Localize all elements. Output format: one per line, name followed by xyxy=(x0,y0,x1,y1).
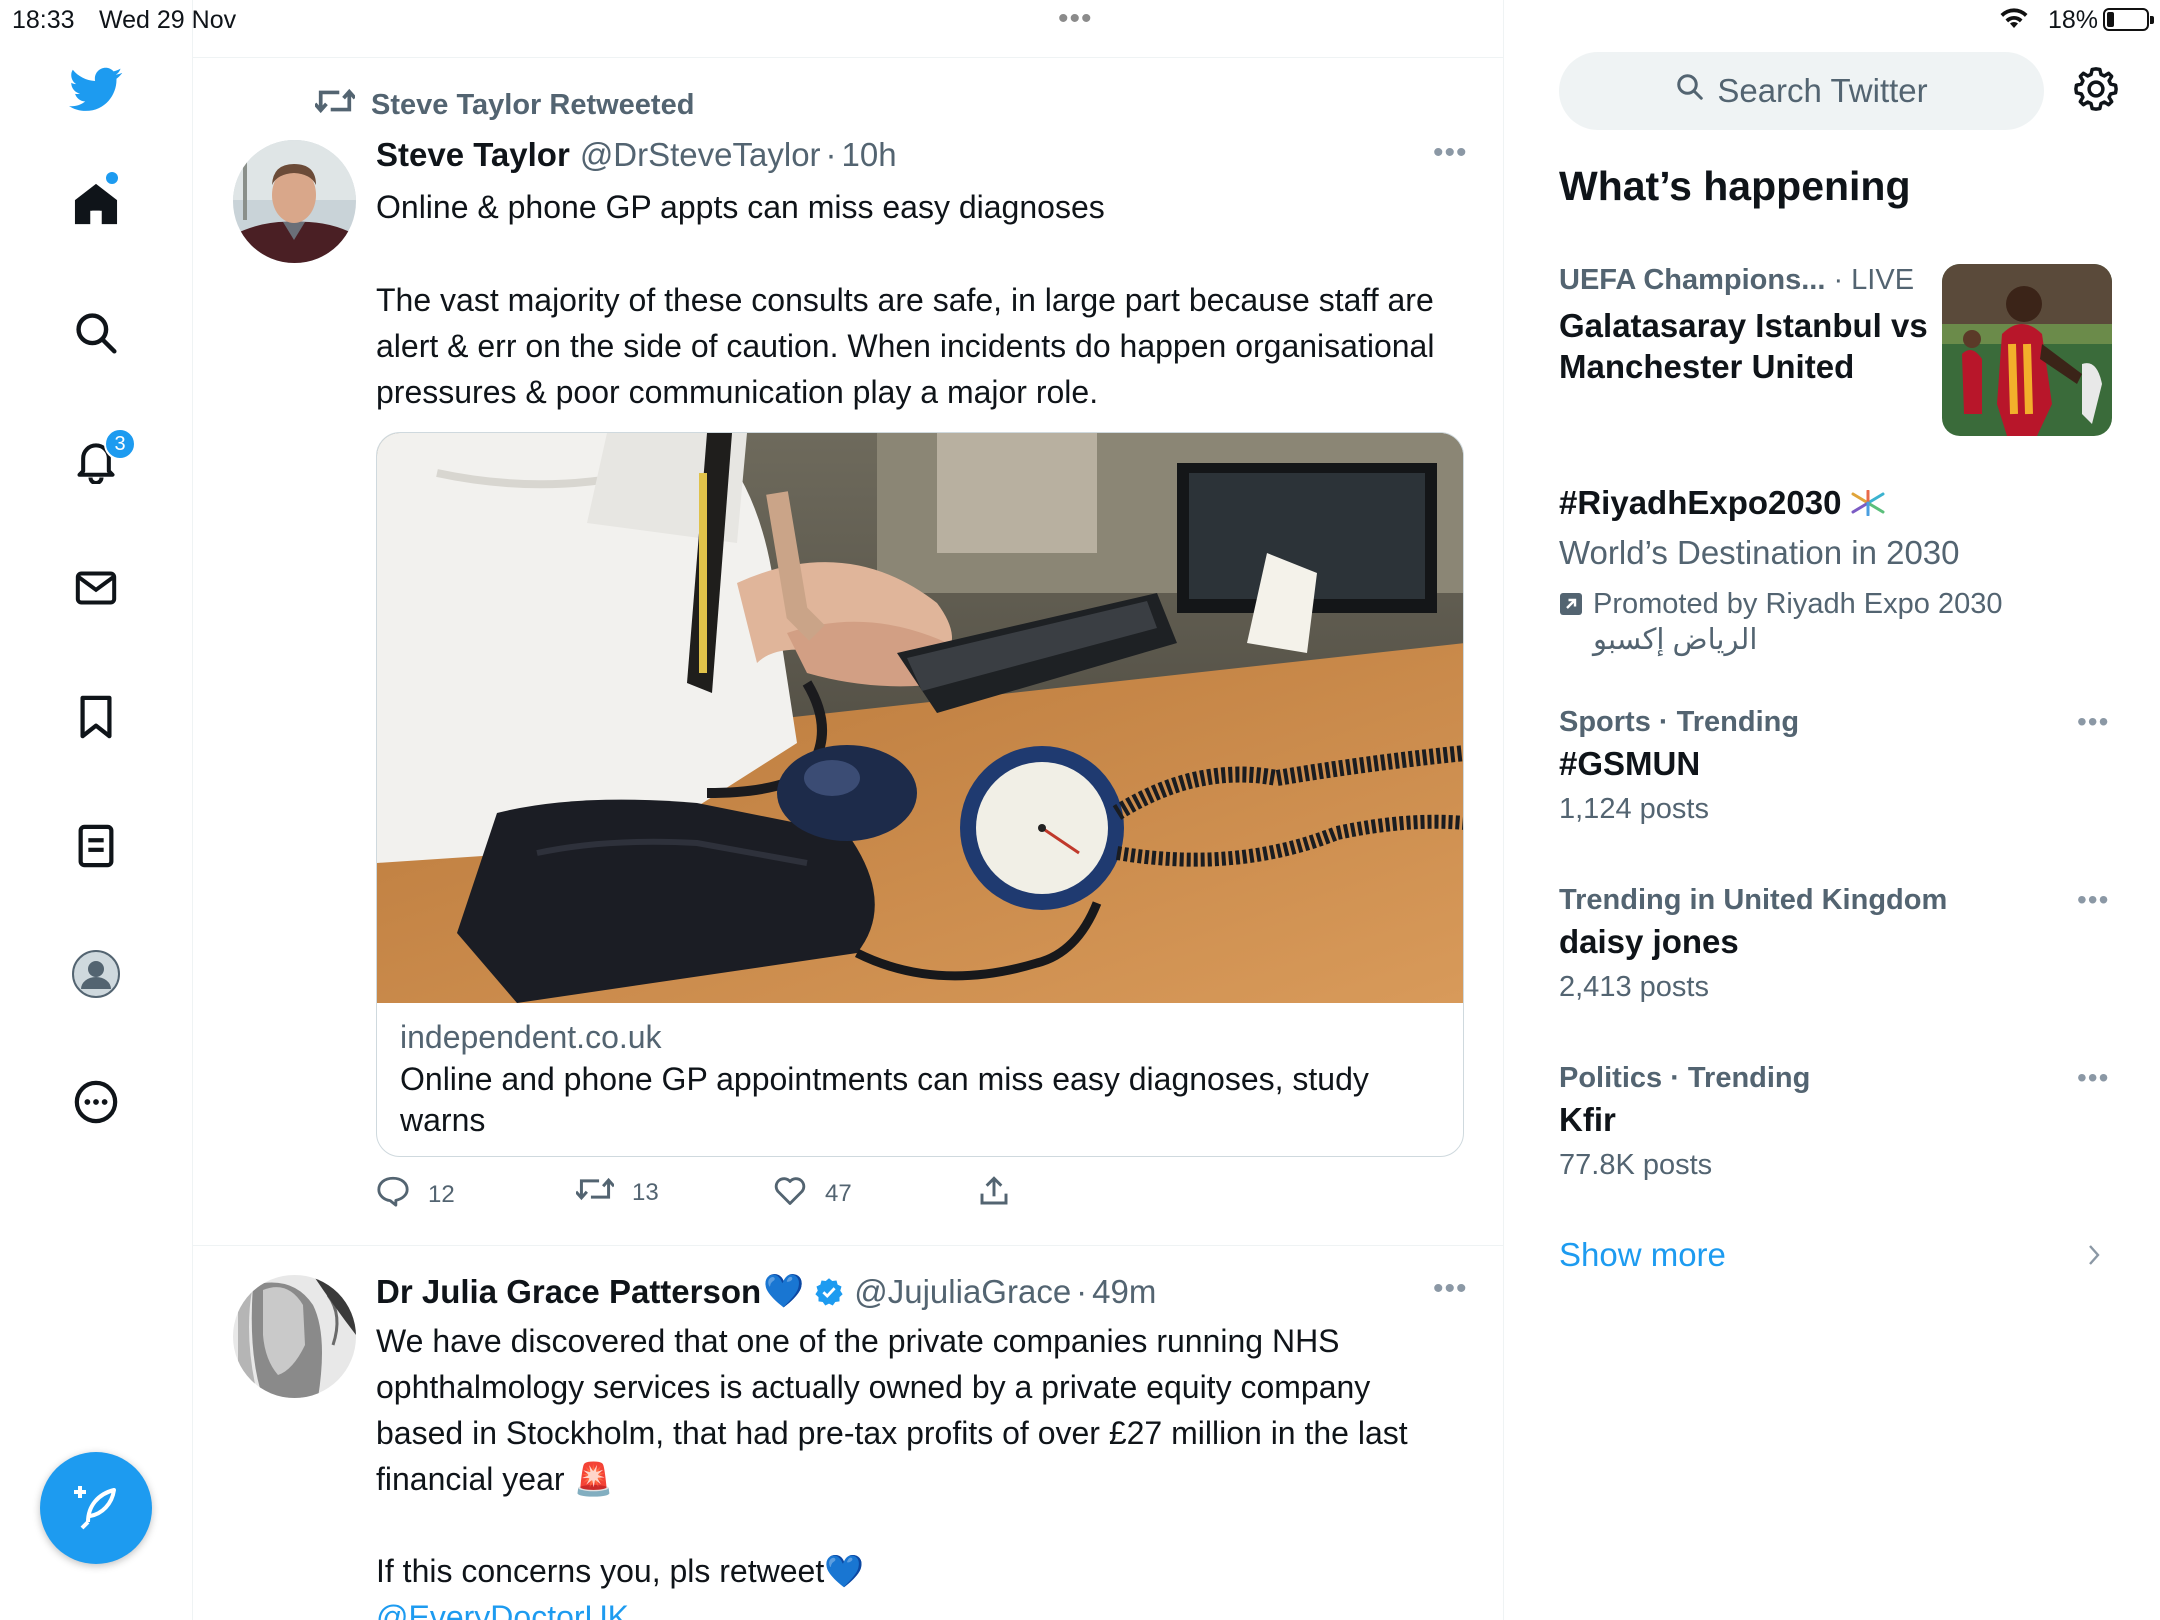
compose-tweet-button[interactable] xyxy=(40,1452,152,1564)
verified-badge-icon xyxy=(814,1277,844,1307)
author-handle[interactable]: @JujuliaGrace xyxy=(854,1273,1071,1311)
mention-link[interactable]: @EveryDoctorUK xyxy=(376,1594,1461,1620)
wifi-icon xyxy=(1999,8,2029,37)
trend-category-label: UEFA Champions... xyxy=(1559,264,1826,296)
tweet-timestamp[interactable]: 10h xyxy=(842,136,897,174)
tweet-text-line1: Online & phone GP appts can miss easy di… xyxy=(376,189,1105,225)
tweet-actions: 12 13 47 xyxy=(376,1175,1076,1215)
blue-heart-emoji: 💙 xyxy=(763,1272,805,1309)
retweet-label: Steve Taylor Retweeted xyxy=(371,88,695,121)
header-separator: · xyxy=(825,136,837,173)
trend-item[interactable]: Politics · Trending Kfir 77.8K posts xyxy=(1559,1062,2119,1182)
reply-count: 12 xyxy=(428,1180,455,1208)
heart-icon xyxy=(773,1175,825,1212)
tweet-text-body: If this concerns you, pls retweet xyxy=(376,1553,825,1589)
promoted-by-label: Promoted by Riyadh Expo 2030 xyxy=(1593,588,2003,620)
like-count: 47 xyxy=(825,1179,852,1207)
search-input[interactable]: Search Twitter xyxy=(1559,52,2044,130)
trend-item[interactable]: Sports · Trending #GSMUN 1,124 posts xyxy=(1559,706,2119,826)
like-button[interactable]: 47 xyxy=(773,1175,852,1212)
retweet-context: Steve Taylor Retweeted xyxy=(313,86,695,124)
promoted-by: Promoted by Riyadh Expo 2030 الرياض إكسب… xyxy=(1559,586,2119,658)
trend-live-status: · LIVE xyxy=(1825,264,1915,296)
trend-more-icon[interactable]: ••• xyxy=(2077,884,2109,916)
search-placeholder: Search Twitter xyxy=(1717,72,1928,109)
trend-item[interactable]: Trending in United Kingdom daisy jones 2… xyxy=(1559,884,2119,1004)
trend-more-icon[interactable]: ••• xyxy=(2077,1062,2109,1094)
reply-button[interactable]: 12 xyxy=(376,1175,455,1214)
author-name[interactable]: Dr Julia Grace Patterson xyxy=(376,1273,761,1311)
promoted-trend[interactable]: #RiyadhExpo2030 World’s Destination in 2… xyxy=(1559,484,2119,658)
card-title: Online and phone GP appointments can mis… xyxy=(400,1061,1369,1138)
search-icon xyxy=(1675,72,1717,110)
promo-description: World’s Destination in 2030 xyxy=(1559,534,1960,571)
tweet-more-icon[interactable]: ••• xyxy=(1433,1272,1468,1306)
twitter-bird-icon[interactable] xyxy=(68,62,124,118)
promoted-icon xyxy=(1559,586,1593,624)
riyadh-expo-logo-icon xyxy=(1849,490,1887,516)
retweet-count: 13 xyxy=(632,1178,659,1206)
trend-count: 77.8K posts xyxy=(1559,1149,1713,1181)
profile-icon[interactable] xyxy=(68,946,124,1002)
siren-emoji: 🚨 xyxy=(573,1461,614,1497)
trend-category: Sports · Trending xyxy=(1559,706,1800,738)
lists-icon[interactable] xyxy=(68,818,124,874)
share-icon xyxy=(978,1175,1028,1214)
trend-name: Galatasaray Istanbul vs Manchester Unite… xyxy=(1559,307,1928,385)
tweet-text-paragraph: If this concerns you, pls retweet💙 xyxy=(376,1548,1461,1594)
trend-name: daisy jones xyxy=(1559,923,1739,960)
gear-icon[interactable] xyxy=(2073,66,2119,117)
blue-heart-emoji: 💙 xyxy=(824,1553,865,1589)
notifications-badge: 3 xyxy=(104,428,136,460)
tweet-timestamp[interactable]: 49m xyxy=(1092,1273,1156,1311)
trend-category: Trending in United Kingdom xyxy=(1559,884,1948,916)
tweet-header: Dr Julia Grace Patterson 💙 @JujuliaGrace… xyxy=(376,1272,1156,1311)
more-icon[interactable] xyxy=(68,1074,124,1130)
timeline-divider xyxy=(193,57,1503,58)
chevron-right-icon[interactable] xyxy=(2087,1243,2101,1272)
trend-name: #GSMUN xyxy=(1559,745,1701,782)
header-separator: · xyxy=(1076,1272,1088,1310)
compose-icon xyxy=(72,1482,120,1535)
trend-count: 1,124 posts xyxy=(1559,793,1709,825)
timeline: Steve Taylor Retweeted Steve Taylor @DrS… xyxy=(193,0,1504,1620)
show-more-link[interactable]: Show more xyxy=(1559,1236,1726,1274)
card-image xyxy=(377,433,1463,1003)
promoted-by-arabic: الرياض إكسبو xyxy=(1593,624,1758,656)
bookmark-icon[interactable] xyxy=(68,689,124,745)
trend-name: Kfir xyxy=(1559,1101,1616,1138)
home-unread-dot xyxy=(106,172,118,184)
trend-more-icon[interactable]: ••• xyxy=(2077,706,2109,738)
author-handle[interactable]: @DrSteveTaylor xyxy=(580,136,821,174)
retweet-icon xyxy=(574,1175,632,1210)
battery-percent: 18% xyxy=(2048,6,2099,34)
avatar[interactable] xyxy=(233,1275,356,1398)
tweet-text-body: We have discovered that one of the priva… xyxy=(376,1323,1408,1497)
left-nav: 3 xyxy=(0,0,193,1620)
trend-name: #RiyadhExpo2030 xyxy=(1559,484,1842,521)
author-name[interactable]: Steve Taylor xyxy=(376,136,570,174)
tweet-divider xyxy=(193,1245,1503,1246)
reply-icon xyxy=(376,1175,428,1214)
trend-name-row: #RiyadhExpo2030 xyxy=(1559,484,2119,522)
whats-happening-title: What’s happening xyxy=(1559,163,1911,209)
battery-icon xyxy=(2103,8,2154,31)
tweet-text-paragraph: We have discovered that one of the priva… xyxy=(376,1318,1461,1502)
tweet-more-icon[interactable]: ••• xyxy=(1433,136,1468,170)
share-button[interactable] xyxy=(978,1175,1028,1214)
tweet-header: Steve Taylor @DrSteveTaylor · 10h xyxy=(376,136,897,174)
card-domain: independent.co.uk xyxy=(400,1019,662,1055)
home-icon[interactable] xyxy=(68,176,124,232)
mail-icon[interactable] xyxy=(68,560,124,616)
link-card[interactable]: independent.co.uk Online and phone GP ap… xyxy=(376,432,1464,1157)
trend-category: Politics · Trending xyxy=(1559,1062,1811,1094)
search-icon[interactable] xyxy=(68,305,124,361)
retweet-button[interactable]: 13 xyxy=(574,1175,659,1210)
retweet-icon xyxy=(313,86,371,124)
trend-image xyxy=(1942,264,2112,436)
avatar[interactable] xyxy=(233,140,356,263)
trend-count: 2,413 posts xyxy=(1559,971,1709,1003)
tweet-text-paragraph: The vast majority of these consults are … xyxy=(376,282,1435,410)
